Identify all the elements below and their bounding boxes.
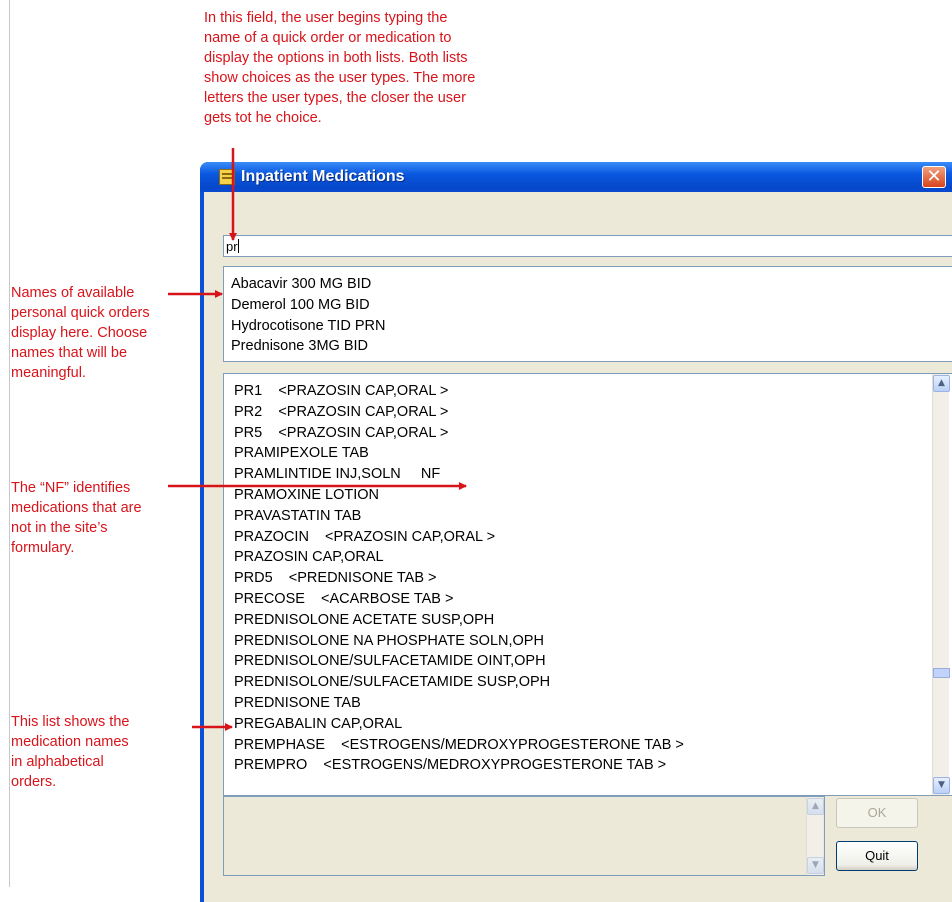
annotation-search-field: In this field, the user begins typing th… — [204, 10, 476, 126]
medication-item[interactable]: PRAZOCIN <PRAZOSIN CAP,ORAL > — [234, 527, 952, 548]
scroll-thumb[interactable] — [933, 668, 950, 678]
window-title: Inpatient Medications — [241, 168, 405, 185]
medication-item[interactable]: PRD5 <PREDNISONE TAB > — [234, 568, 952, 589]
medication-item[interactable]: PREDNISOLONE/SULFACETAMIDE SUSP,OPH — [234, 672, 952, 693]
scroll-down-icon[interactable]: ▼ — [933, 777, 950, 794]
quick-orders-list[interactable]: Abacavir 300 MG BID Demerol 100 MG BID H… — [223, 266, 952, 362]
medication-item[interactable]: PREDNISONE TAB — [234, 693, 952, 714]
medication-item[interactable]: PREMPHASE <ESTROGENS/MEDROXYPROGESTERONE… — [234, 735, 952, 756]
title-bar[interactable]: Inpatient Medications ✕ — [200, 162, 952, 192]
text-caret — [237, 239, 239, 253]
annotation-quick-orders: Names of available personal quick orders… — [11, 285, 150, 381]
quick-order-item[interactable]: Demerol 100 MG BID — [231, 295, 952, 316]
close-button[interactable]: ✕ — [922, 166, 946, 188]
order-text-memo[interactable]: ▲ ▼ — [223, 796, 825, 876]
form-icon — [219, 169, 235, 185]
medication-item[interactable]: PREMPRO <ESTROGENS/MEDROXYPROGESTERONE T… — [234, 755, 952, 776]
search-input-value: pr — [226, 239, 238, 254]
medication-item[interactable]: PREDNISOLONE ACETATE SUSP,OPH — [234, 610, 952, 631]
scroll-up-icon[interactable]: ▲ — [933, 375, 950, 392]
memo-scrollbar[interactable]: ▲ ▼ — [806, 797, 824, 875]
medication-search-input[interactable]: pr — [223, 235, 952, 257]
medication-item[interactable]: PR5 <PRAZOSIN CAP,ORAL > — [234, 423, 952, 444]
quick-order-item[interactable]: Abacavir 300 MG BID — [231, 274, 952, 295]
medication-item-nf[interactable]: PRAMLINTIDE INJ,SOLN NF — [234, 464, 952, 485]
scroll-up-icon[interactable]: ▲ — [807, 798, 824, 815]
medication-item[interactable]: PRAMIPEXOLE TAB — [234, 443, 952, 464]
annotation-alphabetical: This list shows the medication names in … — [11, 714, 130, 790]
scroll-down-icon[interactable]: ▼ — [807, 857, 824, 874]
quick-order-item[interactable]: Prednisone 3MG BID — [231, 336, 952, 357]
medication-item[interactable]: PRECOSE <ACARBOSE TAB > — [234, 589, 952, 610]
quit-button[interactable]: Quit — [836, 841, 918, 871]
medication-item[interactable]: PR2 <PRAZOSIN CAP,ORAL > — [234, 402, 952, 423]
medication-item[interactable]: PREGABALIN CAP,ORAL — [234, 714, 952, 735]
quick-order-item[interactable]: Hydrocotisone TID PRN — [231, 316, 952, 337]
medication-item[interactable]: PREDNISOLONE NA PHOSPHATE SOLN,OPH — [234, 631, 952, 652]
annotation-nf: The “NF” identifies medications that are… — [11, 480, 142, 556]
medication-item[interactable]: PRAVASTATIN TAB — [234, 506, 952, 527]
medication-item[interactable]: PRAZOSIN CAP,ORAL — [234, 547, 952, 568]
ok-button[interactable]: OK — [836, 798, 918, 828]
medication-list[interactable]: PR1 <PRAZOSIN CAP,ORAL > PR2 <PRAZOSIN C… — [223, 373, 952, 796]
medication-list-scrollbar[interactable]: ▲ ▼ — [932, 374, 950, 795]
medication-item[interactable]: PRAMOXINE LOTION — [234, 485, 952, 506]
medication-item[interactable]: PREDNISOLONE/SULFACETAMIDE OINT,OPH — [234, 651, 952, 672]
medication-item[interactable]: PR1 <PRAZOSIN CAP,ORAL > — [234, 381, 952, 402]
